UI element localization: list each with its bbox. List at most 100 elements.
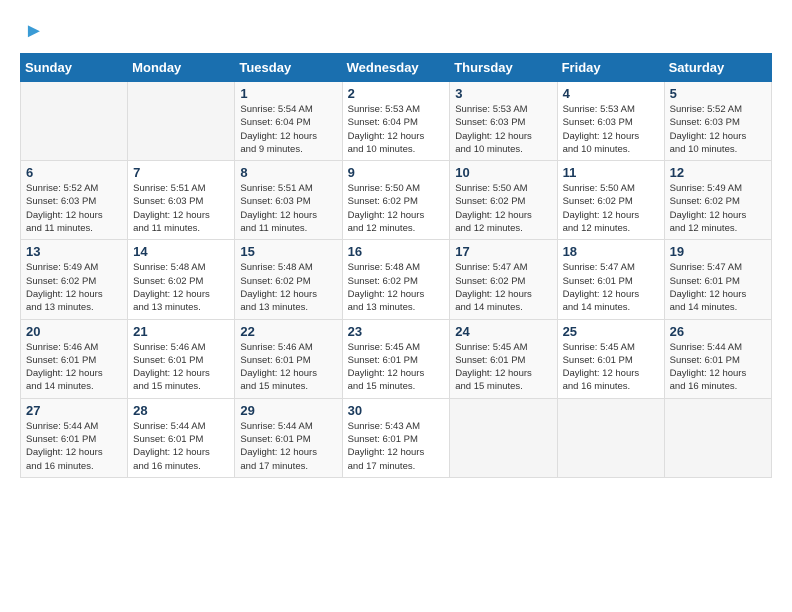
calendar-cell-week4-day1: 20 Sunrise: 5:46 AM Sunset: 6:01 PM Dayli… xyxy=(21,319,128,398)
day-number: 8 xyxy=(240,165,336,180)
day-info: Sunrise: 5:53 AM Sunset: 6:03 PM Dayligh… xyxy=(455,103,551,156)
day-number: 22 xyxy=(240,324,336,339)
day-number: 24 xyxy=(455,324,551,339)
day-info: Sunrise: 5:50 AM Sunset: 6:02 PM Dayligh… xyxy=(455,182,551,235)
day-number: 14 xyxy=(133,244,229,259)
calendar-cell-week4-day7: 26Sunrise: 5:44 AM Sunset: 6:01 PM Dayli… xyxy=(664,319,771,398)
day-number: 27 xyxy=(26,403,122,418)
page-header: ► xyxy=(20,20,772,43)
calendar-week-row-4: 20 Sunrise: 5:46 AM Sunset: 6:01 PM Dayli… xyxy=(21,319,772,398)
logo: ► xyxy=(20,20,44,43)
day-info: Sunrise: 5:47 AM Sunset: 6:01 PM Dayligh… xyxy=(563,261,659,314)
day-info: Sunrise: 5:52 AM Sunset: 6:03 PM Dayligh… xyxy=(670,103,766,156)
day-info: Sunrise: 5:44 AM Sunset: 6:01 PM Dayligh… xyxy=(670,341,766,394)
day-info: Sunrise: 5:51 AM Sunset: 6:03 PM Dayligh… xyxy=(133,182,229,235)
calendar-week-row-3: 13 Sunrise: 5:49 AM Sunset: 6:02 PM Dayli… xyxy=(21,240,772,319)
calendar-cell-week5-day5 xyxy=(450,398,557,477)
calendar-week-row-1: 1Sunrise: 5:54 AM Sunset: 6:04 PM Daylig… xyxy=(21,82,772,161)
calendar-cell-week4-day6: 25 Sunrise: 5:45 AM Sunset: 6:01 PM Dayli… xyxy=(557,319,664,398)
calendar-cell-week1-day1 xyxy=(21,82,128,161)
day-info: Sunrise: 5:50 AM Sunset: 6:02 PM Dayligh… xyxy=(348,182,445,235)
calendar-cell-week3-day5: 17Sunrise: 5:47 AM Sunset: 6:02 PM Dayli… xyxy=(450,240,557,319)
day-number: 3 xyxy=(455,86,551,101)
weekday-header-sunday: Sunday xyxy=(21,54,128,82)
weekday-header-tuesday: Tuesday xyxy=(235,54,342,82)
calendar-cell-week1-day3: 1Sunrise: 5:54 AM Sunset: 6:04 PM Daylig… xyxy=(235,82,342,161)
calendar-cell-week3-day4: 16 Sunrise: 5:48 AM Sunset: 6:02 PM Dayli… xyxy=(342,240,450,319)
day-number: 15 xyxy=(240,244,336,259)
calendar-cell-week2-day6: 11 Sunrise: 5:50 AM Sunset: 6:02 PM Dayli… xyxy=(557,161,664,240)
day-info: Sunrise: 5:46 AM Sunset: 6:01 PM Dayligh… xyxy=(26,341,122,394)
day-info: Sunrise: 5:44 AM Sunset: 6:01 PM Dayligh… xyxy=(240,420,336,473)
calendar-cell-week1-day7: 5 Sunrise: 5:52 AM Sunset: 6:03 PM Daylig… xyxy=(664,82,771,161)
calendar-cell-week1-day6: 4Sunrise: 5:53 AM Sunset: 6:03 PM Daylig… xyxy=(557,82,664,161)
calendar-cell-week3-day2: 14 Sunrise: 5:48 AM Sunset: 6:02 PM Dayli… xyxy=(128,240,235,319)
calendar-week-row-2: 6Sunrise: 5:52 AM Sunset: 6:03 PM Daylig… xyxy=(21,161,772,240)
calendar-cell-week2-day1: 6Sunrise: 5:52 AM Sunset: 6:03 PM Daylig… xyxy=(21,161,128,240)
day-number: 13 xyxy=(26,244,122,259)
calendar-cell-week2-day5: 10Sunrise: 5:50 AM Sunset: 6:02 PM Dayli… xyxy=(450,161,557,240)
calendar-cell-week4-day4: 23 Sunrise: 5:45 AM Sunset: 6:01 PM Dayli… xyxy=(342,319,450,398)
day-info: Sunrise: 5:49 AM Sunset: 6:02 PM Dayligh… xyxy=(670,182,766,235)
calendar-cell-week5-day4: 30 Sunrise: 5:43 AM Sunset: 6:01 PM Dayli… xyxy=(342,398,450,477)
logo-bird-icon: ► xyxy=(24,20,44,43)
day-info: Sunrise: 5:44 AM Sunset: 6:01 PM Dayligh… xyxy=(26,420,122,473)
calendar-cell-week1-day4: 2 Sunrise: 5:53 AM Sunset: 6:04 PM Daylig… xyxy=(342,82,450,161)
day-info: Sunrise: 5:45 AM Sunset: 6:01 PM Dayligh… xyxy=(348,341,445,394)
day-info: Sunrise: 5:54 AM Sunset: 6:04 PM Dayligh… xyxy=(240,103,336,156)
calendar-cell-week2-day3: 8Sunrise: 5:51 AM Sunset: 6:03 PM Daylig… xyxy=(235,161,342,240)
calendar-cell-week3-day3: 15 Sunrise: 5:48 AM Sunset: 6:02 PM Dayli… xyxy=(235,240,342,319)
day-number: 16 xyxy=(348,244,445,259)
calendar-cell-week2-day2: 7 Sunrise: 5:51 AM Sunset: 6:03 PM Daylig… xyxy=(128,161,235,240)
day-info: Sunrise: 5:45 AM Sunset: 6:01 PM Dayligh… xyxy=(563,341,659,394)
calendar-cell-week1-day2 xyxy=(128,82,235,161)
day-number: 5 xyxy=(670,86,766,101)
calendar-table: SundayMondayTuesdayWednesdayThursdayFrid… xyxy=(20,53,772,478)
day-number: 7 xyxy=(133,165,229,180)
day-number: 25 xyxy=(563,324,659,339)
weekday-header-friday: Friday xyxy=(557,54,664,82)
calendar-cell-week4-day5: 24 Sunrise: 5:45 AM Sunset: 6:01 PM Dayli… xyxy=(450,319,557,398)
day-info: Sunrise: 5:48 AM Sunset: 6:02 PM Dayligh… xyxy=(240,261,336,314)
day-number: 20 xyxy=(26,324,122,339)
calendar-cell-week5-day7 xyxy=(664,398,771,477)
calendar-cell-week2-day4: 9 Sunrise: 5:50 AM Sunset: 6:02 PM Daylig… xyxy=(342,161,450,240)
day-number: 30 xyxy=(348,403,445,418)
day-number: 11 xyxy=(563,165,659,180)
day-info: Sunrise: 5:45 AM Sunset: 6:01 PM Dayligh… xyxy=(455,341,551,394)
day-number: 12 xyxy=(670,165,766,180)
day-info: Sunrise: 5:44 AM Sunset: 6:01 PM Dayligh… xyxy=(133,420,229,473)
weekday-header-wednesday: Wednesday xyxy=(342,54,450,82)
calendar-cell-week2-day7: 12 Sunrise: 5:49 AM Sunset: 6:02 PM Dayli… xyxy=(664,161,771,240)
calendar-cell-week5-day3: 29 Sunrise: 5:44 AM Sunset: 6:01 PM Dayli… xyxy=(235,398,342,477)
day-number: 29 xyxy=(240,403,336,418)
weekday-header-thursday: Thursday xyxy=(450,54,557,82)
calendar-cell-week3-day1: 13 Sunrise: 5:49 AM Sunset: 6:02 PM Dayli… xyxy=(21,240,128,319)
day-number: 2 xyxy=(348,86,445,101)
weekday-header-saturday: Saturday xyxy=(664,54,771,82)
calendar-cell-week4-day2: 21Sunrise: 5:46 AM Sunset: 6:01 PM Dayli… xyxy=(128,319,235,398)
calendar-cell-week3-day7: 19Sunrise: 5:47 AM Sunset: 6:01 PM Dayli… xyxy=(664,240,771,319)
calendar-cell-week4-day3: 22 Sunrise: 5:46 AM Sunset: 6:01 PM Dayli… xyxy=(235,319,342,398)
weekday-header-monday: Monday xyxy=(128,54,235,82)
day-number: 23 xyxy=(348,324,445,339)
day-info: Sunrise: 5:49 AM Sunset: 6:02 PM Dayligh… xyxy=(26,261,122,314)
day-info: Sunrise: 5:53 AM Sunset: 6:04 PM Dayligh… xyxy=(348,103,445,156)
day-info: Sunrise: 5:48 AM Sunset: 6:02 PM Dayligh… xyxy=(133,261,229,314)
day-number: 4 xyxy=(563,86,659,101)
calendar-cell-week1-day5: 3 Sunrise: 5:53 AM Sunset: 6:03 PM Daylig… xyxy=(450,82,557,161)
day-info: Sunrise: 5:48 AM Sunset: 6:02 PM Dayligh… xyxy=(348,261,445,314)
day-number: 18 xyxy=(563,244,659,259)
day-number: 28 xyxy=(133,403,229,418)
calendar-cell-week5-day2: 28 Sunrise: 5:44 AM Sunset: 6:01 PM Dayli… xyxy=(128,398,235,477)
day-info: Sunrise: 5:43 AM Sunset: 6:01 PM Dayligh… xyxy=(348,420,445,473)
day-number: 9 xyxy=(348,165,445,180)
day-info: Sunrise: 5:46 AM Sunset: 6:01 PM Dayligh… xyxy=(240,341,336,394)
calendar-cell-week5-day1: 27 Sunrise: 5:44 AM Sunset: 6:01 PM Dayli… xyxy=(21,398,128,477)
calendar-week-row-5: 27 Sunrise: 5:44 AM Sunset: 6:01 PM Dayli… xyxy=(21,398,772,477)
calendar-cell-week3-day6: 18 Sunrise: 5:47 AM Sunset: 6:01 PM Dayli… xyxy=(557,240,664,319)
day-info: Sunrise: 5:50 AM Sunset: 6:02 PM Dayligh… xyxy=(563,182,659,235)
day-number: 17 xyxy=(455,244,551,259)
day-info: Sunrise: 5:52 AM Sunset: 6:03 PM Dayligh… xyxy=(26,182,122,235)
day-number: 19 xyxy=(670,244,766,259)
